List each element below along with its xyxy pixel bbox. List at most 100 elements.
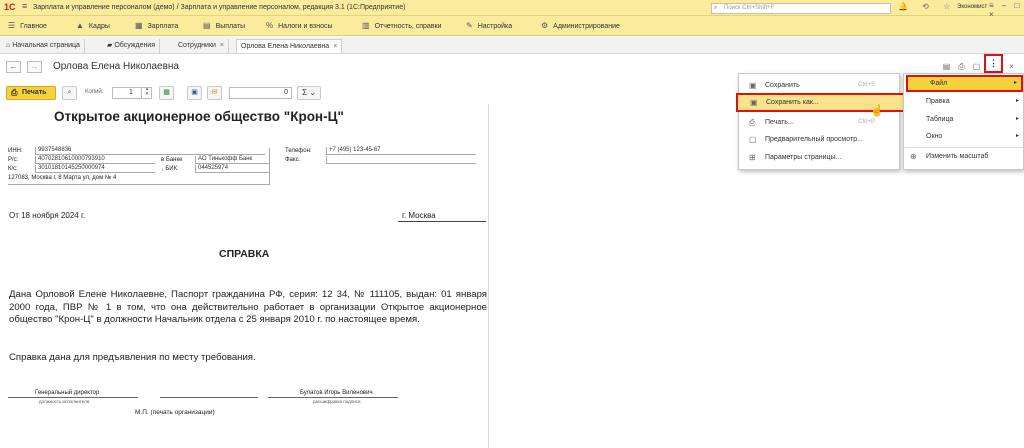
menu-item-reports[interactable]: ▥ Отчетность, справки bbox=[362, 21, 442, 30]
copies-stepper[interactable]: ▴ ▾ bbox=[141, 87, 152, 99]
menu-item-label: Окно bbox=[926, 133, 943, 140]
inn-value: 9937548836 bbox=[35, 147, 265, 155]
tab-discussions[interactable]: ▰ Обсуждения bbox=[103, 39, 161, 53]
org-name: Открытое акционерное общество "Крон-Ц" bbox=[54, 109, 344, 124]
document-body: Дана Орловой Елене Николаевне, Паспорт г… bbox=[9, 289, 487, 325]
menu-item-label: Зарплата bbox=[147, 23, 179, 30]
director-name: Булатов Игорь Виленович bbox=[300, 390, 373, 396]
page-settings-icon: ⊞ bbox=[749, 153, 756, 162]
bank-label: в Банке bbox=[161, 157, 183, 163]
print-icon[interactable]: ⎙ bbox=[956, 61, 967, 72]
mouse-cursor-icon: ☝ bbox=[870, 105, 884, 117]
menu-item-save[interactable]: ▣ Сохранить Ctrl+S bbox=[739, 77, 899, 94]
more-actions-button[interactable]: ⋮ bbox=[984, 54, 1003, 73]
submenu-arrow-icon: ▸ bbox=[1013, 80, 1017, 86]
menu-item-zoom[interactable]: ⊕ Изменить масштаб bbox=[904, 148, 1023, 165]
sum-button[interactable]: Σ ⌄ bbox=[297, 86, 321, 100]
admin-icon: ⚙ bbox=[541, 21, 549, 30]
menu-item-taxes[interactable]: % Налоги и взносы bbox=[266, 21, 333, 30]
menu-item-admin[interactable]: ⚙ Администрирование bbox=[541, 21, 620, 30]
hamburger-icon[interactable]: ≡ bbox=[22, 1, 27, 11]
preview-icon: ▢ bbox=[749, 135, 757, 144]
submenu-arrow-icon: ▸ bbox=[1015, 133, 1019, 139]
menu-item-staff[interactable]: ▲ Кадры bbox=[76, 21, 110, 30]
notification-history-favorites-icons[interactable]: 🔔 ⟲ ☆ bbox=[898, 2, 956, 11]
requisites-border-right bbox=[269, 148, 270, 185]
close-icon[interactable]: × bbox=[333, 43, 337, 50]
menu-item-file[interactable]: Файл ▸ bbox=[906, 75, 1023, 92]
menu-item-label: Таблица bbox=[926, 116, 954, 123]
phone-label: Телефон: bbox=[285, 148, 312, 154]
shortcut: Ctrl+S bbox=[858, 82, 875, 88]
close-form-button[interactable]: × bbox=[1006, 61, 1017, 72]
menu-item-settings[interactable]: ✎ Настройка bbox=[466, 21, 512, 30]
menu-item-label: Параметры страницы... bbox=[765, 154, 842, 161]
submenu-arrow-icon: ▸ bbox=[1015, 116, 1019, 122]
reports-icon: ▥ bbox=[362, 21, 370, 30]
print-button[interactable]: ⎙ Печать bbox=[6, 86, 56, 100]
excel-export-button[interactable]: ▦ bbox=[159, 86, 174, 100]
signature-caption: расшифровка подписи bbox=[313, 399, 361, 404]
menu-item-main[interactable]: ☰ Главное bbox=[8, 21, 47, 30]
save-icon: ▣ bbox=[749, 81, 757, 90]
menu-item-edit[interactable]: Правка ▸ bbox=[904, 93, 1023, 110]
print-icon: ⎙ bbox=[749, 118, 756, 127]
forward-button[interactable]: → bbox=[27, 61, 42, 73]
menu-item-window[interactable]: Окно ▸ bbox=[904, 128, 1023, 145]
position-caption: должность исполнителя bbox=[39, 399, 90, 404]
bik-label: , БИК: bbox=[162, 166, 179, 172]
document-city: г. Москва bbox=[402, 211, 436, 220]
tab-employees[interactable]: Сотрудники × bbox=[174, 39, 230, 53]
save-to-disk-button[interactable]: ▣ bbox=[187, 86, 202, 100]
window-title: Зарплата и управление персоналом (демо) … bbox=[33, 4, 406, 11]
taxes-icon: % bbox=[266, 21, 274, 30]
save-icon[interactable]: ▤ bbox=[941, 61, 952, 72]
preview-icon[interactable]: ▢ bbox=[971, 61, 982, 72]
home-icon: ⌂ bbox=[6, 42, 11, 49]
menu-item-salary[interactable]: ▦ Зарплата bbox=[135, 21, 178, 30]
menu-item-page-settings[interactable]: ⊞ Параметры страницы... bbox=[739, 149, 899, 166]
settings-icon: ✎ bbox=[466, 21, 473, 30]
search-input[interactable]: ⌕ Поиск Ctrl+Shift+F bbox=[711, 3, 891, 14]
tab-label: Начальная страница bbox=[12, 42, 80, 49]
tab-employee-orlova[interactable]: Орлова Елена Николаевна × bbox=[236, 39, 343, 53]
menu-item-payments[interactable]: ▤ Выплаты bbox=[203, 21, 245, 30]
salary-icon: ▦ bbox=[135, 21, 143, 30]
menu-item-label: Администрирование bbox=[553, 23, 620, 30]
open-tabs-bar: ⌂ Начальная страница ▰ Обсуждения Сотруд… bbox=[0, 37, 1024, 54]
city-underline bbox=[398, 221, 486, 222]
menu-item-label: Выплаты bbox=[215, 23, 246, 30]
back-button[interactable]: ← bbox=[6, 61, 21, 73]
document-heading: СПРАВКА bbox=[219, 248, 270, 260]
address: 127083, Москва г, 8 Марта ул, дом № 4 bbox=[8, 175, 117, 181]
name-line bbox=[268, 397, 398, 398]
printer-icon: ⎙ bbox=[11, 88, 18, 97]
stamp-label: М.П. (печать организации) bbox=[135, 409, 215, 416]
tab-label: Обсуждения bbox=[114, 42, 156, 49]
app-logo: 1С bbox=[4, 2, 16, 12]
menu-item-table[interactable]: Таблица ▸ bbox=[904, 111, 1023, 128]
print-label: Печать bbox=[22, 89, 47, 96]
menu-item-label: Кадры bbox=[88, 23, 110, 30]
menu-item-label: Настройка bbox=[477, 23, 513, 30]
sum-field[interactable]: 0 bbox=[229, 87, 292, 99]
fax-value bbox=[326, 156, 476, 164]
preview-button[interactable]: ⌕ bbox=[62, 86, 77, 100]
user-name[interactable]: Экономист bbox=[957, 4, 987, 10]
menu-item-label: Файл bbox=[930, 80, 948, 87]
menu-item-preview[interactable]: ▢ Предварительный просмотр... bbox=[739, 131, 899, 148]
tab-home[interactable]: ⌂ Начальная страница bbox=[2, 39, 85, 53]
rs-value: 40702810610000793910 bbox=[35, 156, 155, 164]
file-submenu: ▣ Сохранить Ctrl+S ▣ Сохранить как... ⎙ Печа… bbox=[736, 73, 906, 170]
phone-value: +7 (495) 123-45-67 bbox=[326, 147, 476, 155]
ks-value: 30101810145250000974 bbox=[35, 165, 155, 173]
send-email-button[interactable]: ✉ bbox=[207, 86, 222, 100]
page-title: Орлова Елена Николаевна bbox=[53, 61, 179, 72]
more-actions-menu: Файл ▸ Правка ▸ Таблица ▸ Окно ▸ ⊕ Изменить м… bbox=[903, 73, 1024, 170]
save-as-icon: ▣ bbox=[750, 98, 758, 107]
search-icon: ⌕ bbox=[714, 5, 718, 11]
rs-label: Р/с: bbox=[8, 157, 19, 163]
close-icon[interactable]: × bbox=[220, 42, 224, 49]
menu-item-label: Сохранить bbox=[765, 82, 800, 89]
inn-label: ИНН: bbox=[8, 148, 23, 154]
